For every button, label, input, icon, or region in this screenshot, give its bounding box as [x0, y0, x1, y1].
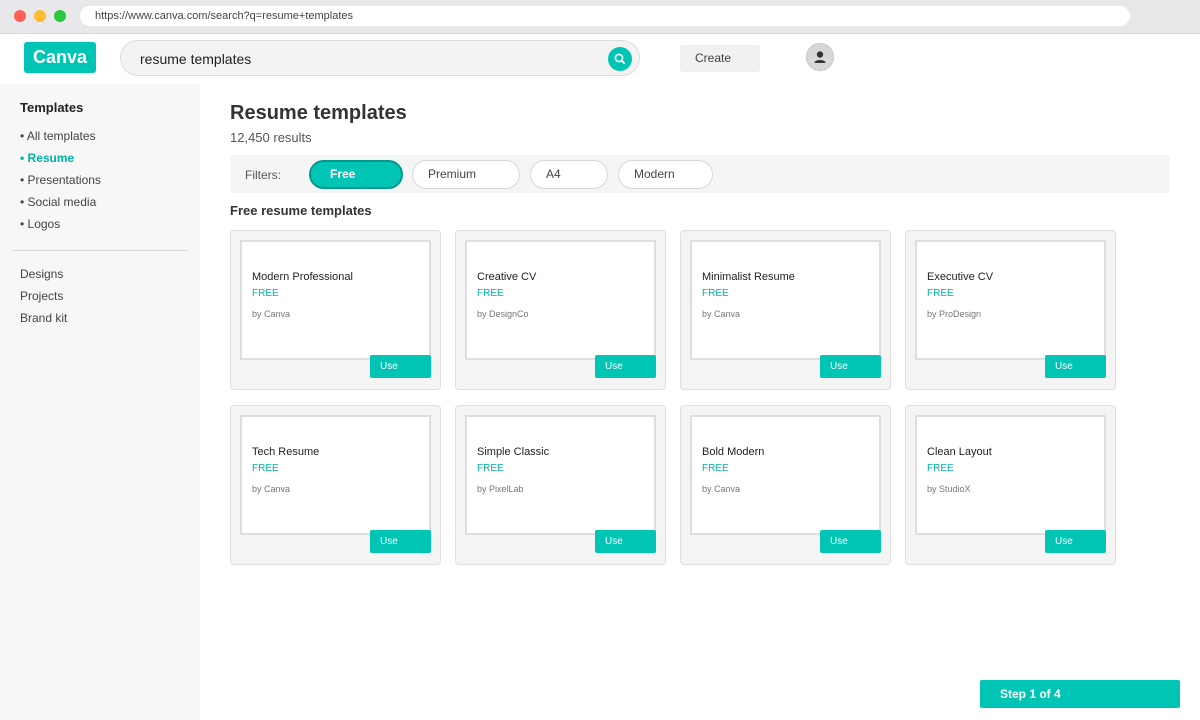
template-card[interactable]: Creative CV FREE by DesignCo Use — [455, 230, 666, 390]
filter-chip-free[interactable]: Free — [309, 160, 403, 189]
template-card[interactable]: Tech Resume FREE by Canva Use — [230, 405, 441, 565]
create-button[interactable]: Create — [680, 45, 760, 72]
template-thumbnail[interactable]: Bold Modern FREE by Canva — [690, 415, 881, 535]
sidebar-item-social-media[interactable]: • Social media — [20, 195, 96, 209]
filter-chip-modern[interactable]: Modern — [618, 160, 713, 189]
use-template-button[interactable]: Use — [595, 530, 656, 553]
free-badge: FREE — [702, 288, 729, 299]
filter-chip-premium[interactable]: Premium — [412, 160, 520, 189]
use-template-button[interactable]: Use — [595, 355, 656, 378]
sidebar-item-resume[interactable]: • Resume — [20, 151, 74, 165]
free-badge: FREE — [927, 463, 954, 474]
browser-chrome: https://www.canva.com/search?q=resume+te… — [0, 0, 1200, 34]
sidebar-item-logos[interactable]: • Logos — [20, 217, 60, 231]
template-thumbnail[interactable]: Modern Professional FREE by Canva — [240, 240, 431, 360]
minimize-window-icon[interactable] — [34, 10, 46, 22]
template-author: by Canva — [702, 484, 741, 494]
use-template-button[interactable]: Use — [370, 530, 431, 553]
sidebar-link-projects[interactable]: Projects — [20, 289, 63, 303]
search-button[interactable] — [608, 47, 632, 71]
filters-label: Filters: — [245, 168, 281, 182]
sidebar-title: Templates — [20, 100, 84, 115]
sidebar-item-presentations[interactable]: • Presentations — [20, 173, 101, 187]
template-author: by Canva — [252, 484, 291, 494]
step-indicator: Step 1 of 4 — [980, 680, 1180, 708]
sidebar: Templates • All templates • Resume • Pre… — [0, 84, 200, 720]
use-template-button[interactable]: Use — [1045, 355, 1106, 378]
template-author: by ProDesign — [927, 309, 982, 319]
filter-bar: Filters: Free Premium A4 Modern — [230, 155, 1170, 193]
template-card[interactable]: Simple Classic FREE by PixelLab Use — [455, 405, 666, 565]
canva-logo[interactable]: Canva — [24, 42, 96, 73]
free-badge: FREE — [702, 463, 729, 474]
template-thumbnail[interactable]: Executive CV FREE by ProDesign — [915, 240, 1106, 360]
template-author: by Canva — [702, 309, 741, 319]
results-count: 12,450 results — [230, 130, 312, 145]
template-author: by DesignCo — [477, 309, 529, 319]
template-name: Executive CV — [927, 271, 994, 283]
sidebar-item-all-templates[interactable]: • All templates — [20, 129, 96, 143]
search-bar[interactable]: resume templates — [120, 40, 640, 76]
template-card[interactable]: Clean Layout FREE by StudioX Use — [905, 405, 1116, 565]
user-icon — [814, 51, 826, 63]
avatar[interactable] — [806, 43, 834, 71]
free-badge: FREE — [252, 288, 279, 299]
search-input[interactable]: resume templates — [140, 41, 251, 77]
template-thumbnail[interactable]: Creative CV FREE by DesignCo — [465, 240, 656, 360]
template-card[interactable]: Executive CV FREE by ProDesign Use — [905, 230, 1116, 390]
template-name: Creative CV — [477, 271, 537, 283]
template-name: Tech Resume — [252, 446, 320, 458]
free-badge: FREE — [477, 463, 504, 474]
search-icon — [614, 53, 626, 65]
template-name: Bold Modern — [702, 446, 765, 458]
section-title: Free resume templates — [230, 203, 372, 218]
template-author: by PixelLab — [477, 484, 524, 494]
template-name: Modern Professional — [252, 271, 353, 283]
template-name: Clean Layout — [927, 446, 992, 458]
use-template-button[interactable]: Use — [820, 530, 881, 553]
maximize-window-icon[interactable] — [54, 10, 66, 22]
template-author: by StudioX — [927, 484, 971, 494]
address-bar[interactable]: https://www.canva.com/search?q=resume+te… — [80, 6, 1130, 26]
sidebar-divider — [12, 250, 188, 251]
template-thumbnail[interactable]: Minimalist Resume FREE by Canva — [690, 240, 881, 360]
template-card[interactable]: Bold Modern FREE by Canva Use — [680, 405, 891, 565]
use-template-button[interactable]: Use — [370, 355, 431, 378]
template-thumbnail[interactable]: Tech Resume FREE by Canva — [240, 415, 431, 535]
page-title: Resume templates — [230, 102, 407, 124]
use-template-button[interactable]: Use — [820, 355, 881, 378]
free-badge: FREE — [927, 288, 954, 299]
template-thumbnail[interactable]: Clean Layout FREE by StudioX — [915, 415, 1106, 535]
template-author: by Canva — [252, 309, 291, 319]
template-thumbnail[interactable]: Simple Classic FREE by PixelLab — [465, 415, 656, 535]
free-badge: FREE — [252, 463, 279, 474]
close-window-icon[interactable] — [14, 10, 26, 22]
filter-chip-a4[interactable]: A4 — [530, 160, 608, 189]
use-template-button[interactable]: Use — [1045, 530, 1106, 553]
template-card[interactable]: Modern Professional FREE by Canva Use — [230, 230, 441, 390]
sidebar-link-designs[interactable]: Designs — [20, 267, 63, 281]
sidebar-link-brand-kit[interactable]: Brand kit — [20, 311, 67, 325]
free-badge: FREE — [477, 288, 504, 299]
template-name: Minimalist Resume — [702, 271, 795, 283]
template-card[interactable]: Minimalist Resume FREE by Canva Use — [680, 230, 891, 390]
template-name: Simple Classic — [477, 446, 550, 458]
